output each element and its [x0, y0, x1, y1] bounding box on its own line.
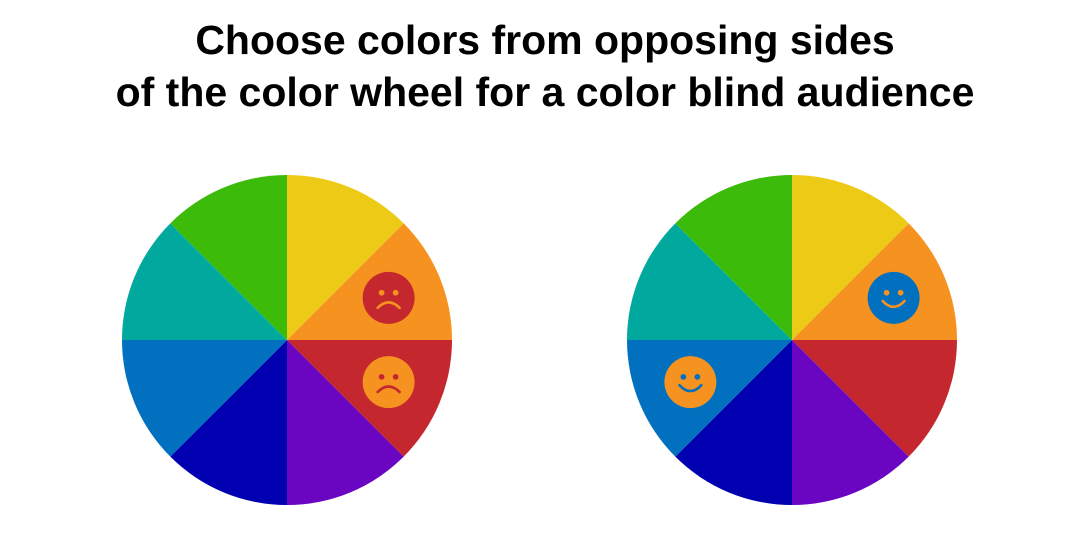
happy-face-icon — [867, 271, 920, 324]
face-eye-left — [883, 289, 890, 296]
title: Choose colors from opposing sides of the… — [0, 14, 1090, 118]
color-wheel-left — [122, 175, 452, 505]
face-circle — [664, 356, 717, 409]
face-eye-left — [680, 374, 687, 380]
color-wheel-right-svg — [627, 175, 957, 505]
sad-face-icon — [362, 356, 415, 409]
happy-face-icon — [664, 356, 717, 409]
face-eye-right — [392, 374, 399, 380]
face-eye-right — [897, 289, 904, 296]
face-eye-right — [694, 374, 701, 380]
face-eye-right — [392, 289, 399, 296]
face-circle — [867, 271, 920, 324]
title-line-2: of the color wheel for a color blind aud… — [115, 69, 975, 115]
face-eye-left — [378, 289, 385, 296]
title-line-1: Choose colors from opposing sides — [195, 17, 895, 63]
color-wheel-left-svg — [122, 175, 452, 505]
sad-face-icon — [362, 271, 415, 324]
face-circle — [362, 356, 415, 409]
face-circle — [362, 271, 415, 324]
color-wheel-right — [627, 175, 957, 505]
face-eye-left — [378, 374, 385, 380]
